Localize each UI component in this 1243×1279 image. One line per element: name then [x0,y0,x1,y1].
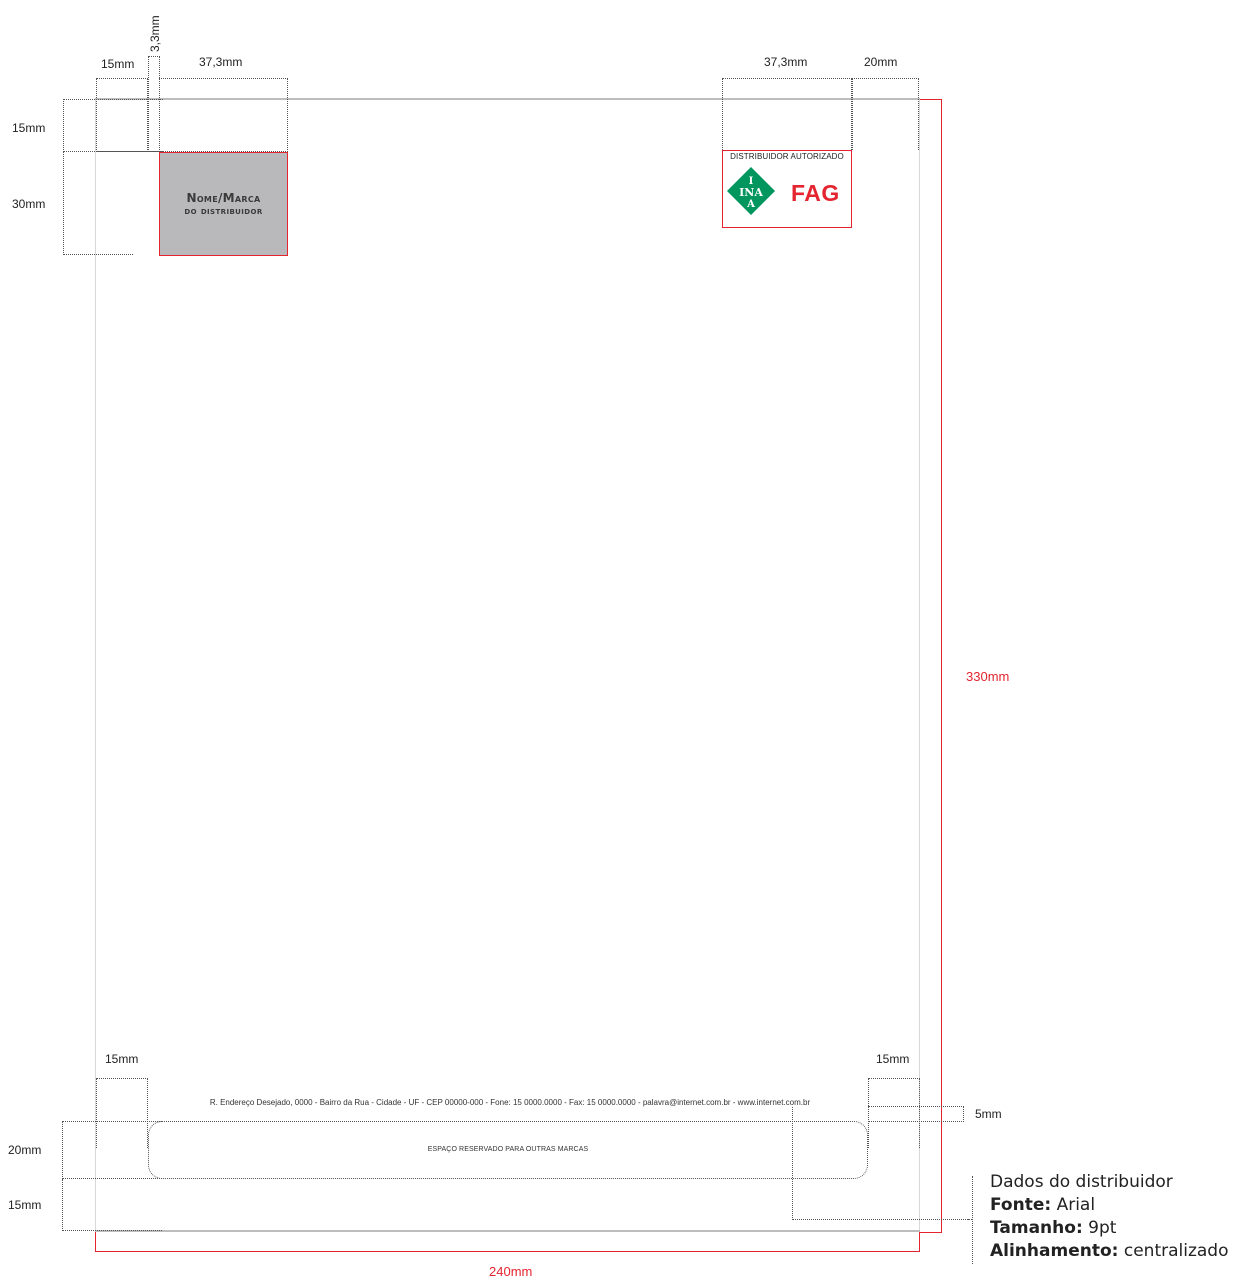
authorized-distributor-block: DISTRIBUIDOR AUTORIZADO I INA A FAG [722,150,852,228]
spec-size-value: 9pt [1088,1218,1117,1238]
spec-font: Fonte: Arial [990,1194,1095,1217]
width-bracket [95,1232,920,1252]
dim-top-right-margin: 20mm [864,55,898,69]
dim-top-left-logo-width: 37,3mm [199,55,243,69]
spec-alignment: Alinhamento: centralizado [990,1240,1229,1263]
ina-letter-middle: INA [739,186,763,199]
spec-alignment-value: centralizado [1123,1241,1229,1261]
distributor-address: R. Endereço Desejado, 0000 - Bairro da R… [209,1098,811,1107]
dim-top-left-margin: 15mm [101,57,135,71]
letterhead-sheet [95,98,920,1232]
ina-letter-bottom: A [746,199,755,210]
dim-top-gap: 3,3mm [148,15,162,52]
brand-placeholder-line2: do distribuidor [184,205,263,217]
dim-bottom-reserved-height: 20mm [8,1143,42,1157]
guide-bottom-margin-height [62,1179,162,1231]
ina-fag-logo: I INA A FAG [727,167,840,215]
dim-left-logo-height: 30mm [12,197,46,211]
guide-top-right-logo-width [722,78,852,150]
sheet-height-label: 330mm [966,669,1010,684]
spec-size-label: Tamanho: [990,1218,1083,1238]
dim-top-right-logo-width: 37,3mm [764,55,808,69]
dim-left-top-height: 15mm [12,121,46,135]
authorized-label: DISTRIBUIDOR AUTORIZADO [730,152,844,161]
spec-leader [792,1107,968,1220]
spec-title: Dados do distribuidor [990,1172,1173,1192]
spec-font-value: Arial [1056,1195,1096,1215]
spec-size: Tamanho: 9pt [990,1217,1116,1240]
guide-left-logo-height [63,152,133,255]
dim-bottom-left-margin: 15mm [105,1052,139,1066]
dim-bottom-margin-height: 15mm [8,1198,42,1212]
sheet-width-label: 240mm [489,1264,533,1279]
ina-diamond-icon: I INA A [727,167,775,215]
distributor-brand-placeholder: Nome/Marca do distribuidor [159,152,288,256]
brand-placeholder-line1: Nome/Marca [186,190,261,205]
guide-bottom-reserved-height [62,1121,162,1179]
guide-top-left-logo-width [159,78,288,152]
guide-top-right-margin [852,78,919,150]
spec-alignment-label: Alinhamento: [990,1241,1119,1261]
spec-bracket [972,1176,973,1264]
dim-bottom-gap: 5mm [975,1107,1002,1121]
fag-wordmark: FAG [791,180,840,206]
dim-bottom-right-margin: 15mm [876,1052,910,1066]
reserved-brands-label: ESPAÇO RESERVADO PARA OUTRAS MARCAS [427,1146,589,1153]
guide-left-top-height [63,99,163,152]
height-bracket [920,99,942,1233]
spec-font-label: Fonte: [990,1195,1052,1215]
reserved-brands-area: ESPAÇO RESERVADO PARA OUTRAS MARCAS [148,1121,868,1179]
